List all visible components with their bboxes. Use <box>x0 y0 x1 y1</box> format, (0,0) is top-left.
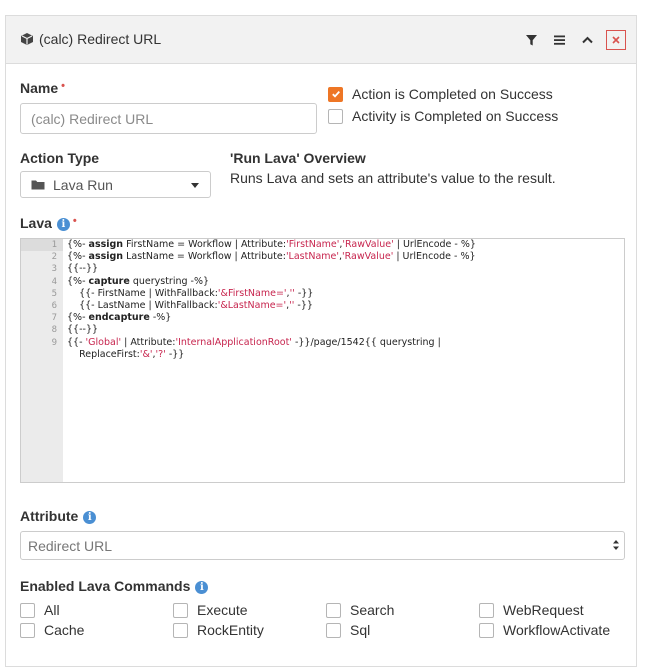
checkbox[interactable] <box>326 622 341 638</box>
checkbox[interactable] <box>326 602 341 618</box>
command-checkbox-workflowactivate[interactable]: WorkflowActivate <box>479 622 610 638</box>
line-number-gutter: 1 2 3 4 5 6 7 8 9 <box>21 239 63 482</box>
close-button[interactable] <box>606 30 626 50</box>
activity-completed-checkbox[interactable] <box>328 108 343 124</box>
line-number: 8 <box>51 325 57 336</box>
lava-commands-label: Enabled Lava Commands i <box>20 578 209 594</box>
activity-completed-checkbox-row[interactable]: Activity is Completed on Success <box>328 108 558 124</box>
line-number: 7 <box>51 313 57 324</box>
code-line: ReplaceFirst:'&','?' -}} <box>67 348 185 360</box>
info-icon[interactable]: i <box>195 580 209 594</box>
attribute-select[interactable]: Redirect URL <box>20 531 625 560</box>
code-line: {%- assign LastName = Workflow | Attribu… <box>67 251 476 263</box>
name-label: Name • <box>20 80 65 96</box>
command-checkbox-cache[interactable]: Cache <box>20 622 84 638</box>
attribute-label: Attribute i <box>20 508 97 524</box>
command-checkbox-sql[interactable]: Sql <box>326 622 370 638</box>
panel-header: (calc) Redirect URL <box>6 16 636 64</box>
checkbox[interactable] <box>479 622 494 638</box>
checkbox[interactable] <box>20 602 35 618</box>
checkbox-label: WorkflowActivate <box>503 622 611 638</box>
code-line: {%- capture querystring -%} <box>67 275 210 287</box>
line-number: 5 <box>51 288 57 299</box>
checkbox-label: RockEntity <box>197 622 264 638</box>
command-checkbox-all[interactable]: All <box>20 602 60 618</box>
checkbox-label: Cache <box>44 622 85 638</box>
command-checkbox-execute[interactable]: Execute <box>173 602 248 618</box>
line-number: 1 <box>21 239 63 252</box>
chevron-down-icon <box>191 183 199 188</box>
line-number: 6 <box>51 300 57 311</box>
info-icon[interactable]: i <box>56 217 70 231</box>
lava-code-editor[interactable]: 1 2 3 4 5 6 7 8 9 {%- assign FirstName =… <box>20 238 625 483</box>
header-tools <box>514 29 626 51</box>
code-line: {{--}} <box>67 263 99 275</box>
checkbox[interactable] <box>173 602 188 618</box>
lava-label: Lava i • <box>20 215 77 231</box>
checkbox-label: Execute <box>197 602 248 618</box>
checkbox[interactable] <box>479 602 494 618</box>
activity-completed-label: Activity is Completed on Success <box>352 108 559 124</box>
checkbox-label: WebRequest <box>503 602 584 618</box>
action-type-picker[interactable]: Lava Run <box>20 171 211 198</box>
line-number: 9 <box>51 337 57 348</box>
line-number: 3 <box>51 264 57 275</box>
code-line: {{--}} <box>67 324 99 336</box>
overview-text: Runs Lava and sets an attribute's value … <box>230 170 556 186</box>
checkbox-label: Search <box>350 602 395 618</box>
chevron-up-icon[interactable] <box>576 29 598 51</box>
code-line: {{- LastName | WithFallback:'&LastName='… <box>67 299 313 311</box>
name-input[interactable]: (calc) Redirect URL <box>20 103 317 134</box>
command-checkbox-rockentity[interactable]: RockEntity <box>173 622 264 638</box>
checkbox-label: All <box>44 602 60 618</box>
select-arrows-icon <box>612 538 620 555</box>
code-line: {{- 'Global' | Attribute:'InternalApplic… <box>67 336 441 348</box>
panel-title[interactable]: (calc) Redirect URL <box>20 31 161 47</box>
line-number: 2 <box>51 252 57 263</box>
close-icon <box>612 36 620 44</box>
panel-title-text: (calc) Redirect URL <box>39 31 162 47</box>
checkbox[interactable] <box>20 622 35 638</box>
overview-title: 'Run Lava' Overview <box>230 150 366 166</box>
required-marker: • <box>61 80 65 92</box>
code-line: {%- endcapture -%} <box>67 312 172 324</box>
info-icon[interactable]: i <box>83 510 97 524</box>
folder-icon <box>31 177 45 193</box>
code-line: {%- assign FirstName = Workflow | Attrib… <box>67 239 476 250</box>
filter-icon[interactable] <box>520 29 542 51</box>
cube-icon <box>20 32 34 46</box>
menu-icon[interactable] <box>548 29 570 51</box>
action-completed-label: Action is Completed on Success <box>352 86 553 102</box>
action-type-label: Action Type <box>20 150 100 166</box>
checkbox-label: Sql <box>350 622 371 638</box>
required-marker: • <box>72 215 77 227</box>
line-number: 4 <box>51 276 57 287</box>
checkbox[interactable] <box>173 622 188 638</box>
code-line: {{- FirstName | WithFallback:'&FirstName… <box>67 287 314 299</box>
action-completed-checkbox-row[interactable]: Action is Completed on Success <box>328 86 553 102</box>
check-icon <box>331 90 340 98</box>
command-checkbox-search[interactable]: Search <box>326 602 394 618</box>
command-checkbox-webrequest[interactable]: WebRequest <box>479 602 584 618</box>
action-completed-checkbox[interactable] <box>328 86 343 102</box>
code-lines[interactable]: {%- assign FirstName = Workflow | Attrib… <box>67 239 620 361</box>
